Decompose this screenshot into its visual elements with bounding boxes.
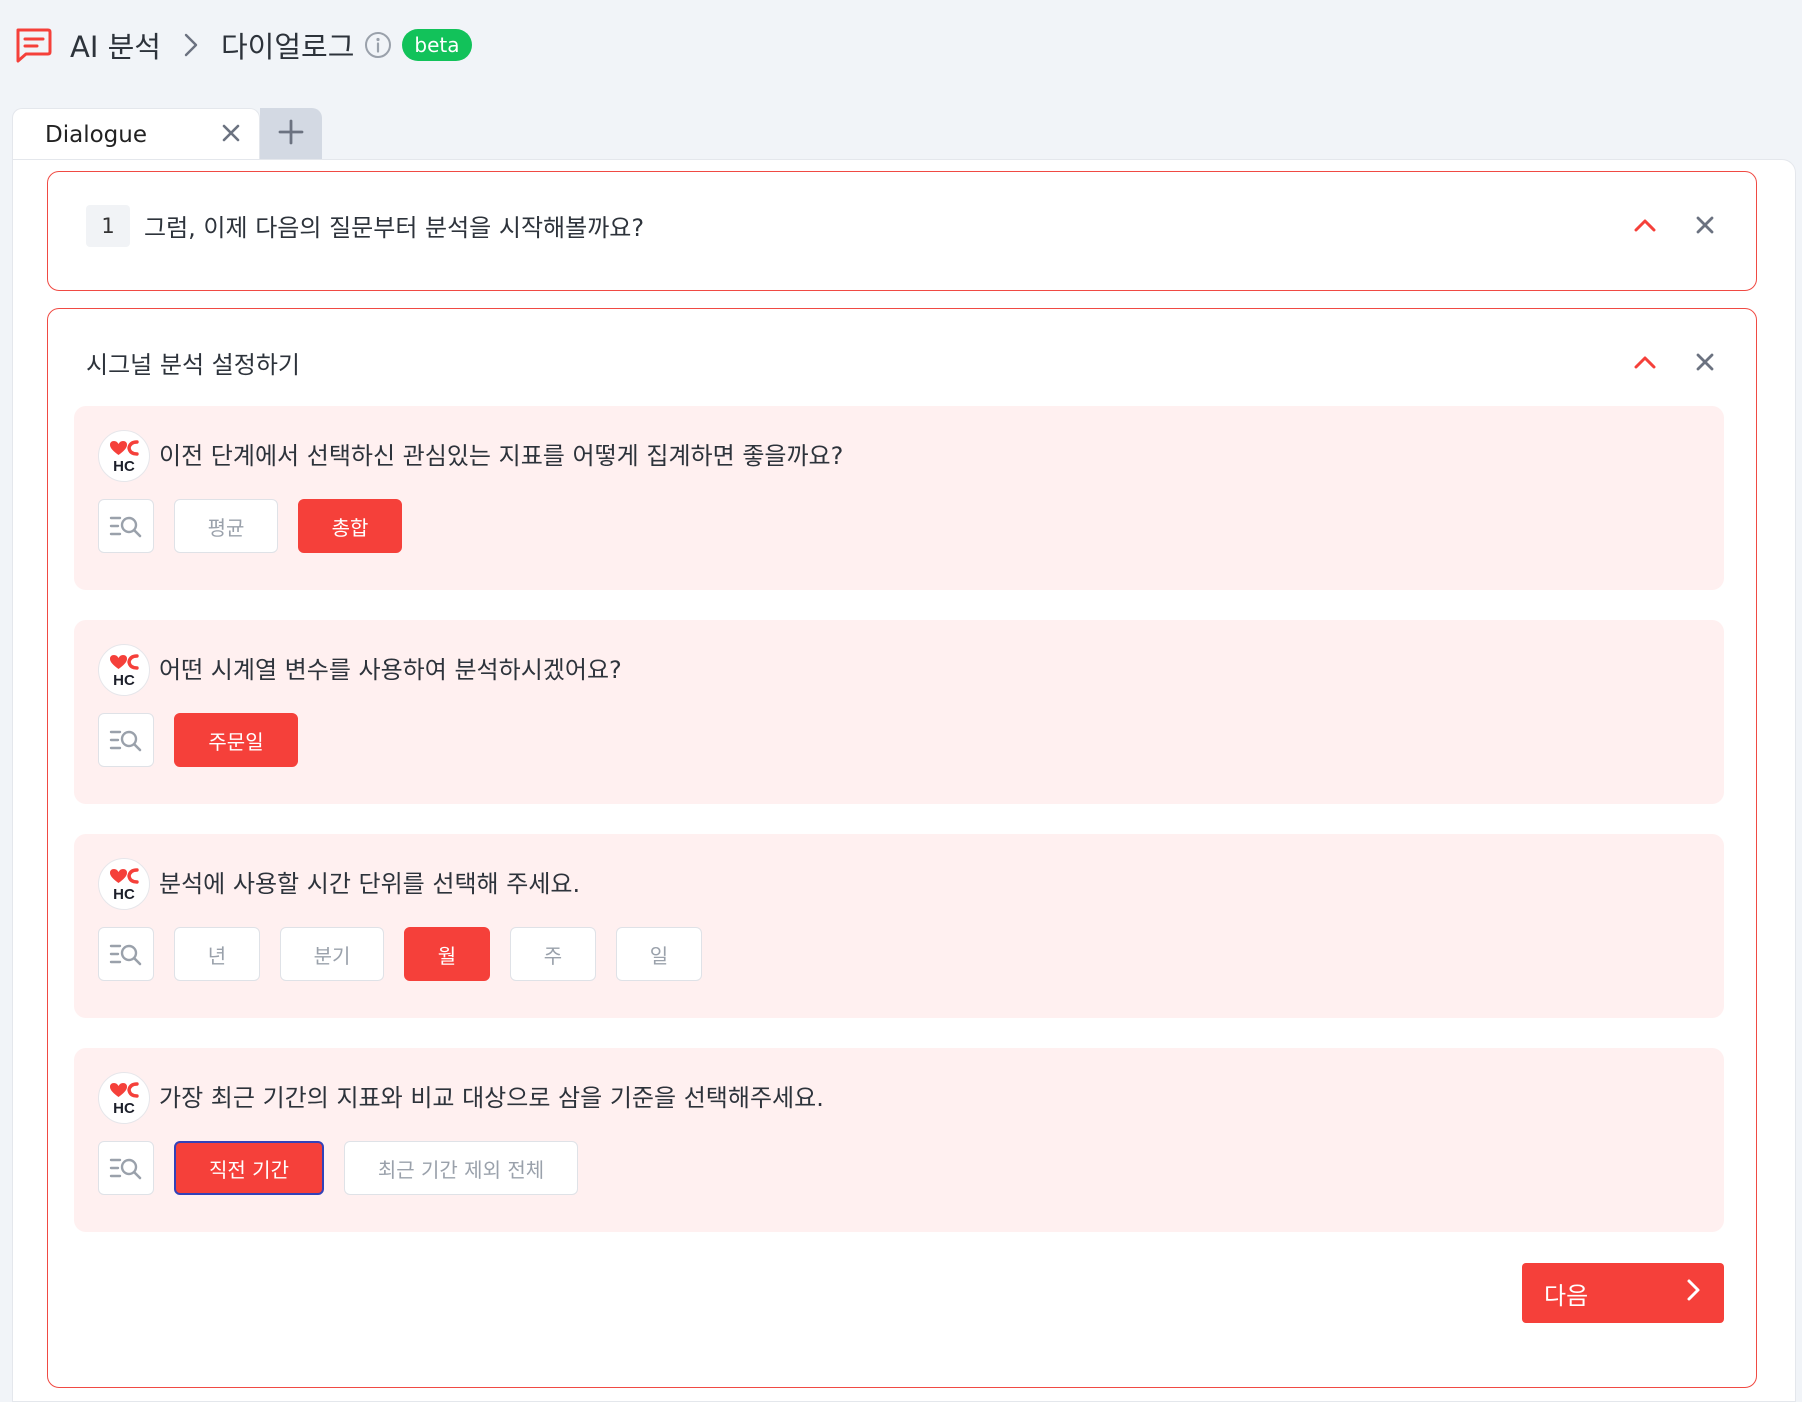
info-icon[interactable] <box>364 31 392 59</box>
close-icon <box>1696 353 1714 371</box>
option-group: 직전 기간 최근 기간 제외 전체 <box>98 1141 578 1195</box>
option-order-date[interactable]: 주문일 <box>174 713 298 767</box>
question-text: 분석에 사용할 시간 단위를 선택해 주세요. <box>159 870 581 898</box>
option-group: 년 분기 월 주 일 <box>98 927 702 981</box>
question-title: 그럼, 이제 다음의 질문부터 분석을 시작해볼까요? <box>144 214 645 242</box>
tab-label: Dialogue <box>45 121 147 148</box>
close-icon[interactable] <box>221 123 241 147</box>
collapse-button[interactable] <box>1632 212 1658 238</box>
hc-logo-icon: HC <box>110 1082 139 1117</box>
list-search-icon <box>109 1158 142 1180</box>
tab-bar: Dialogue <box>12 108 322 160</box>
hc-avatar: HC <box>98 1072 150 1124</box>
search-list-button[interactable] <box>98 499 154 553</box>
list-search-icon <box>109 516 142 538</box>
close-card-button[interactable] <box>1692 349 1718 375</box>
search-list-button[interactable] <box>98 1141 154 1195</box>
question-text: 이전 단계에서 선택하신 관심있는 지표를 어떻게 집계하면 좋을까요? <box>159 442 844 470</box>
option-all-except-recent[interactable]: 최근 기간 제외 전체 <box>344 1141 578 1195</box>
question-block-aggregation: HC 이전 단계에서 선택하신 관심있는 지표를 어떻게 집계하면 좋을까요? … <box>74 406 1724 590</box>
hc-logo-icon: HC <box>110 654 139 689</box>
list-search-icon <box>109 944 142 966</box>
list-search-icon <box>109 730 142 752</box>
option-quarter[interactable]: 분기 <box>280 927 384 981</box>
option-previous-period[interactable]: 직전 기간 <box>174 1141 324 1195</box>
option-year[interactable]: 년 <box>174 927 260 981</box>
search-list-button[interactable] <box>98 713 154 767</box>
chevron-right-icon <box>1686 1278 1702 1308</box>
add-tab-button[interactable] <box>260 108 322 160</box>
tab-dialogue[interactable]: Dialogue <box>12 108 260 160</box>
option-group: 평균 총합 <box>98 499 402 553</box>
hc-logo-icon: HC <box>110 440 139 475</box>
section-title: 시그널 분석 설정하기 <box>86 351 300 379</box>
option-average[interactable]: 평균 <box>174 499 278 553</box>
breadcrumb-current: 다이얼로그 <box>220 30 355 64</box>
question-block-time-unit: HC 분석에 사용할 시간 단위를 선택해 주세요. 년 분기 월 주 일 <box>74 834 1724 1018</box>
signal-settings-card: 시그널 분석 설정하기 HC 이전 단계에서 선택하신 관심있는 지표를 어떻게… <box>47 308 1757 1388</box>
question-number: 1 <box>86 205 130 247</box>
hc-avatar: HC <box>98 430 150 482</box>
hc-logo-icon: HC <box>110 868 139 903</box>
option-day[interactable]: 일 <box>616 927 702 981</box>
chevron-up-icon <box>1634 219 1656 232</box>
chevron-right-icon <box>183 32 199 58</box>
breadcrumb-root[interactable]: AI 분석 <box>70 24 161 66</box>
question-card: 1 그럼, 이제 다음의 질문부터 분석을 시작해볼까요? <box>47 171 1757 291</box>
hc-avatar: HC <box>98 858 150 910</box>
question-text: 어떤 시계열 변수를 사용하여 분석하시겠어요? <box>159 656 622 684</box>
chat-bubble-icon <box>14 27 52 63</box>
question-block-time-variable: HC 어떤 시계열 변수를 사용하여 분석하시겠어요? 주문일 <box>74 620 1724 804</box>
chevron-up-icon <box>1634 356 1656 369</box>
plus-icon <box>278 119 304 149</box>
option-group: 주문일 <box>98 713 298 767</box>
option-week[interactable]: 주 <box>510 927 596 981</box>
collapse-button[interactable] <box>1632 349 1658 375</box>
question-block-comparison-basis: HC 가장 최근 기간의 지표와 비교 대상으로 삼을 기준을 선택해주세요. … <box>74 1048 1724 1232</box>
close-card-button[interactable] <box>1692 212 1718 238</box>
option-sum[interactable]: 총합 <box>298 499 402 553</box>
page-header: AI 분석 다이얼로그 beta <box>14 24 472 66</box>
next-button[interactable]: 다음 <box>1522 1263 1724 1323</box>
close-icon <box>1696 216 1714 234</box>
hc-logo-text: HC <box>113 886 135 903</box>
beta-badge: beta <box>402 29 472 61</box>
question-text: 가장 최근 기간의 지표와 비교 대상으로 삼을 기준을 선택해주세요. <box>159 1084 824 1112</box>
search-list-button[interactable] <box>98 927 154 981</box>
option-month[interactable]: 월 <box>404 927 490 981</box>
hc-avatar: HC <box>98 644 150 696</box>
hc-logo-text: HC <box>113 458 135 475</box>
hc-logo-text: HC <box>113 1100 135 1117</box>
hc-logo-text: HC <box>113 672 135 689</box>
next-button-label: 다음 <box>1544 1281 1589 1310</box>
